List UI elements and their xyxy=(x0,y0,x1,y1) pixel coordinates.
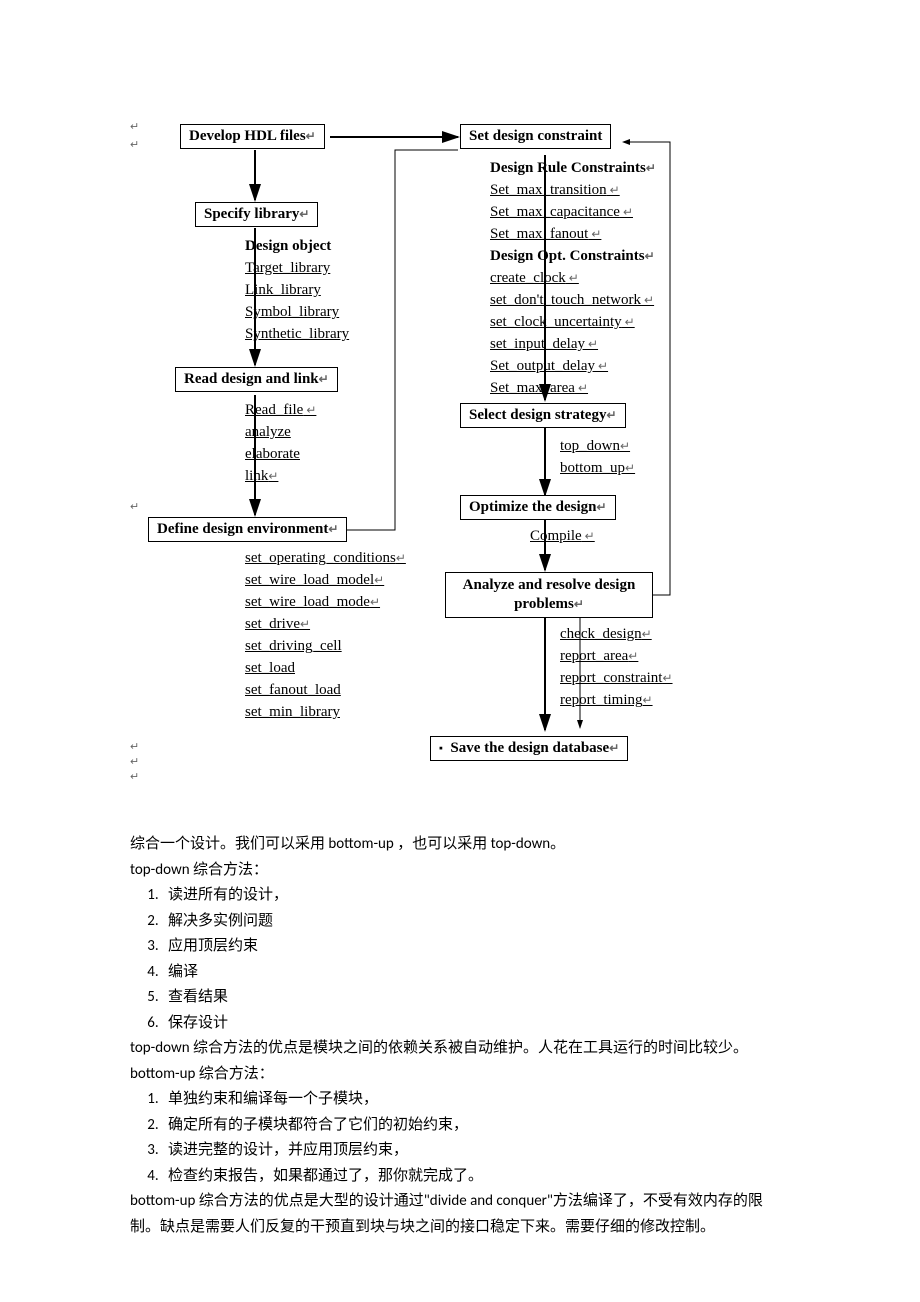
top-down-list: 读进所有的设计， 解决多实例问题 应用顶层约束 编译 查看结果 保存设计 xyxy=(132,883,790,1036)
list-item: 解决多实例问题 xyxy=(162,909,790,935)
margin-mark: ↵ xyxy=(130,500,139,513)
item: set_input_delay ↵ xyxy=(490,336,598,353)
item: set_fanout_load xyxy=(245,682,341,699)
list-item: 应用顶层约束 xyxy=(162,934,790,960)
heading-opt: Design Opt. Constraints↵ xyxy=(490,248,655,265)
item: report_constraint↵ xyxy=(560,670,673,687)
paragraph: top-down 综合方法： xyxy=(130,858,790,884)
item: top_down↵ xyxy=(560,438,630,455)
item: report_timing↵ xyxy=(560,692,653,709)
item: set_driving_cell xyxy=(245,638,342,655)
item: elaborate xyxy=(245,446,300,463)
item: bottom_up↵ xyxy=(560,460,635,477)
box-optimize: Optimize the design↵ xyxy=(460,495,616,520)
item: create_clock ↵ xyxy=(490,270,579,287)
item: analyze xyxy=(245,424,291,441)
item: set_operating_conditions↵ xyxy=(245,550,406,567)
margin-mark: ↵ xyxy=(130,770,139,783)
box-read-design: Read design and link↵ xyxy=(175,367,338,392)
heading-design-object: Design object xyxy=(245,238,331,255)
paragraph: bottom-up 综合方法的优点是大型的设计通过"divide and con… xyxy=(130,1189,790,1240)
item: set_don't_touch_network ↵ xyxy=(490,292,654,309)
list-item: 确定所有的子模块都符合了它们的初始约束， xyxy=(162,1113,790,1139)
margin-mark: ↵ xyxy=(130,755,139,768)
item: Set_max_fanout ↵ xyxy=(490,226,601,243)
item: Set_max_transition ↵ xyxy=(490,182,620,199)
item: check_design↵ xyxy=(560,626,652,643)
margin-mark: ↵ xyxy=(130,120,139,133)
paragraph: 综合一个设计。我们可以采用 bottom-up ，也可以采用 top-down。 xyxy=(130,832,790,858)
flow-diagram: ↵ ↵ ↵ ↵ ↵ ↵ Develop HDL files↵ Specify l… xyxy=(130,100,790,820)
item: Set_max_capacitance ↵ xyxy=(490,204,633,221)
item: report_area↵ xyxy=(560,648,638,665)
item: set_drive↵ xyxy=(245,616,310,633)
box-select-strategy: Select design strategy↵ xyxy=(460,403,626,428)
list-item: 读进所有的设计， xyxy=(162,883,790,909)
list-item: 查看结果 xyxy=(162,985,790,1011)
item: Set_output_delay ↵ xyxy=(490,358,608,375)
heading-drc: Design Rule Constraints↵ xyxy=(490,160,656,177)
body-text: 综合一个设计。我们可以采用 bottom-up ，也可以采用 top-down。… xyxy=(130,832,790,1240)
box-set-constraint: Set design constraint xyxy=(460,124,611,149)
list-item: 编译 xyxy=(162,960,790,986)
box-save-database: ▪ Save the design database↵ xyxy=(430,736,628,761)
item: Read_file ↵ xyxy=(245,402,316,419)
box-develop-hdl: Develop HDL files↵ xyxy=(180,124,325,149)
box-specify-library: Specify library↵ xyxy=(195,202,318,227)
bottom-up-list: 单独约束和编译每一个子模块， 确定所有的子模块都符合了它们的初始约束， 读进完整… xyxy=(132,1087,790,1189)
item: set_min_library xyxy=(245,704,340,721)
item: Symbol_library xyxy=(245,304,339,321)
list-item: 读进完整的设计，并应用顶层约束， xyxy=(162,1138,790,1164)
margin-mark: ↵ xyxy=(130,740,139,753)
item: Target_library xyxy=(245,260,330,277)
item: Set_max_area ↵ xyxy=(490,380,588,397)
item: set_load xyxy=(245,660,295,677)
item: set_wire_load_mode↵ xyxy=(245,594,380,611)
paragraph: bottom-up 综合方法： xyxy=(130,1062,790,1088)
item: set_clock_uncertainty ↵ xyxy=(490,314,635,331)
box-define-env: Define design environment↵ xyxy=(148,517,347,542)
item: Compile ↵ xyxy=(530,528,595,545)
item: link↵ xyxy=(245,468,278,485)
list-item: 单独约束和编译每一个子模块， xyxy=(162,1087,790,1113)
list-item: 保存设计 xyxy=(162,1011,790,1037)
box-analyze-resolve: Analyze and resolve designproblems↵ xyxy=(445,572,653,618)
item: Link_library xyxy=(245,282,321,299)
item: set_wire_load_model↵ xyxy=(245,572,384,589)
paragraph: top-down 综合方法的优点是模块之间的依赖关系被自动维护。人花在工具运行的… xyxy=(130,1036,790,1062)
margin-mark: ↵ xyxy=(130,138,139,151)
item: Synthetic_library xyxy=(245,326,349,343)
list-item: 检查约束报告，如果都通过了，那你就完成了。 xyxy=(162,1164,790,1190)
